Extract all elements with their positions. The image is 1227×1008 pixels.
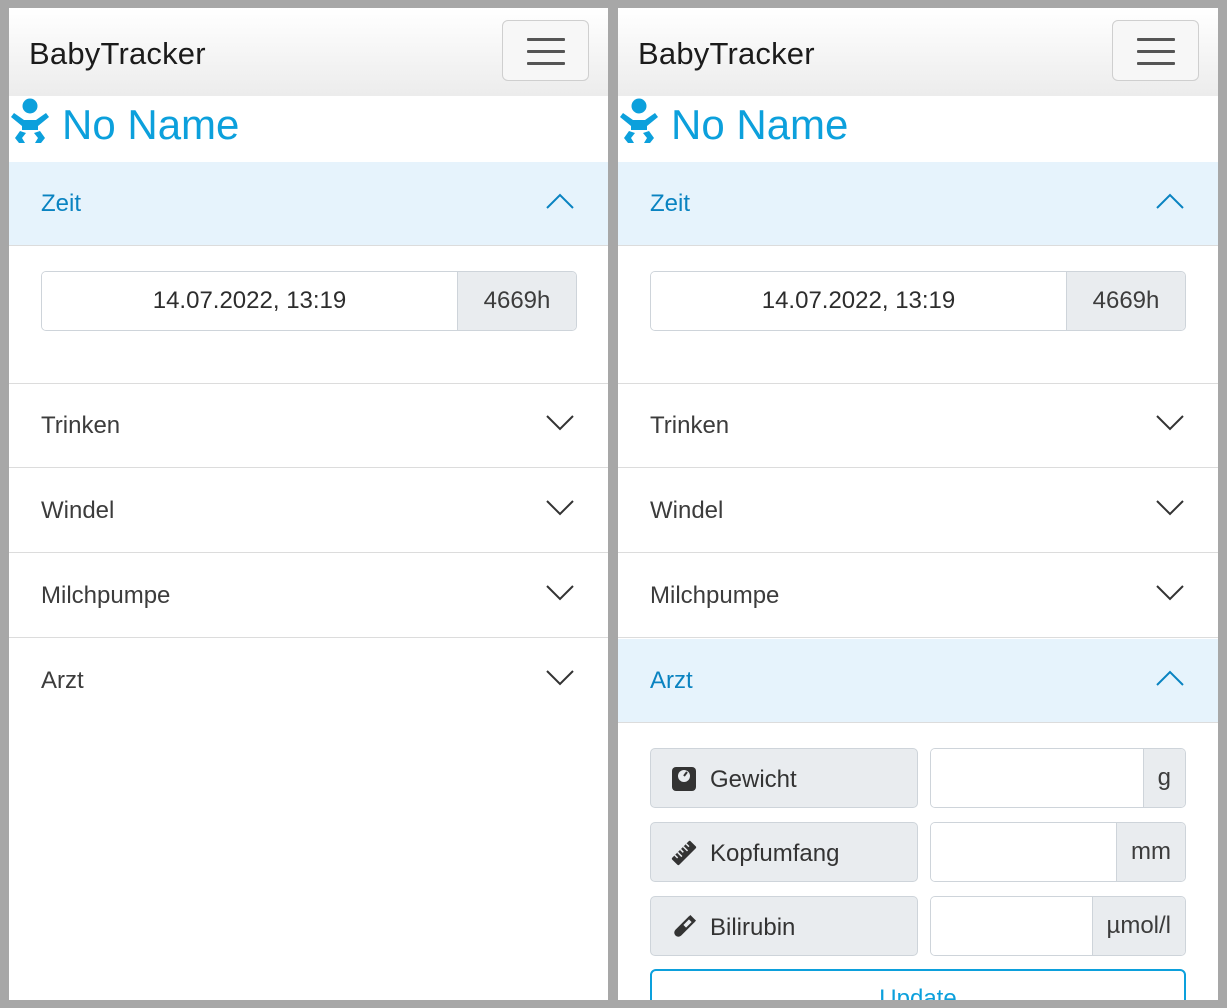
head-input-group: mm	[930, 822, 1186, 882]
weight-label-box: Gewicht	[650, 748, 918, 808]
menu-toggle-button[interactable]	[1112, 20, 1199, 81]
head-circumference-row: Kopfumfang mm	[650, 822, 1186, 882]
navbar: BabyTracker	[618, 8, 1218, 96]
time-input-group: 4669h	[650, 271, 1186, 331]
section-header-zeit[interactable]: Zeit	[618, 162, 1218, 246]
baby-icon	[11, 98, 49, 143]
bilirubin-row: Bilirubin µmol/l	[650, 896, 1186, 956]
chevron-down-icon	[1156, 585, 1184, 601]
brand-title[interactable]: BabyTracker	[638, 36, 815, 72]
baby-header: No Name	[9, 96, 608, 170]
section-label: Zeit	[650, 190, 691, 217]
section-label: Trinken	[650, 412, 730, 439]
weight-row: Gewicht g	[650, 748, 1186, 808]
baby-name: No Name	[62, 101, 240, 148]
bili-input-group: µmol/l	[930, 896, 1186, 956]
chevron-down-icon	[546, 500, 574, 516]
baby-header: No Name	[618, 96, 1218, 170]
baby-icon	[620, 98, 658, 143]
elapsed-time-badge: 4669h	[1066, 272, 1185, 330]
baby-name: No Name	[671, 101, 849, 148]
weight-input[interactable]	[931, 749, 1143, 807]
section-header-trinken[interactable]: Trinken	[618, 384, 1218, 468]
brand-title[interactable]: BabyTracker	[29, 36, 206, 72]
weight-unit: g	[1142, 749, 1185, 807]
hamburger-icon	[1137, 50, 1175, 53]
section-header-windel[interactable]: Windel	[618, 469, 1218, 553]
scale-icon	[672, 767, 696, 791]
section-header-windel[interactable]: Windel	[9, 469, 608, 553]
section-header-zeit[interactable]: Zeit	[9, 162, 608, 246]
chevron-down-icon	[1156, 500, 1184, 516]
datetime-input[interactable]	[651, 272, 1066, 330]
chevron-down-icon	[1156, 415, 1184, 431]
section-label: Arzt	[650, 667, 693, 694]
section-label: Arzt	[41, 667, 84, 694]
chevron-up-icon	[1156, 670, 1184, 686]
chevron-down-icon	[546, 585, 574, 601]
section-header-milchpumpe[interactable]: Milchpumpe	[618, 554, 1218, 638]
head-label-box: Kopfumfang	[650, 822, 918, 882]
section-label: Windel	[650, 497, 724, 524]
app-screen-left: BabyTracker No Name Zeit 4669h Trinken	[9, 8, 608, 1000]
bili-label: Bilirubin	[710, 914, 796, 941]
section-header-milchpumpe[interactable]: Milchpumpe	[9, 554, 608, 638]
section-label: Zeit	[41, 190, 82, 217]
bili-unit: µmol/l	[1091, 897, 1185, 955]
section-header-arzt[interactable]: Arzt	[618, 639, 1218, 723]
bili-label-box: Bilirubin	[650, 896, 918, 956]
weight-label: Gewicht	[710, 766, 797, 793]
chevron-up-icon	[546, 193, 574, 209]
hamburger-icon	[527, 62, 565, 65]
section-label: Trinken	[41, 412, 121, 439]
head-circumference-input[interactable]	[931, 823, 1117, 881]
menu-toggle-button[interactable]	[502, 20, 589, 81]
time-input-group: 4669h	[41, 271, 577, 331]
ruler-icon	[671, 840, 697, 866]
update-button[interactable]: Update	[650, 969, 1186, 1000]
chevron-down-icon	[546, 670, 574, 686]
navbar: BabyTracker	[9, 8, 608, 96]
weight-input-group: g	[930, 748, 1186, 808]
bilirubin-input[interactable]	[931, 897, 1092, 955]
hamburger-icon	[527, 50, 565, 53]
chevron-down-icon	[546, 415, 574, 431]
head-label: Kopfumfang	[710, 840, 840, 867]
section-label: Windel	[41, 497, 115, 524]
datetime-input[interactable]	[42, 272, 457, 330]
chevron-up-icon	[1156, 193, 1184, 209]
app-screen-right: BabyTracker No Name Zeit 4669h Trinken	[618, 8, 1218, 1000]
section-header-trinken[interactable]: Trinken	[9, 384, 608, 468]
hamburger-icon	[1137, 38, 1175, 41]
hamburger-icon	[1137, 62, 1175, 65]
section-label: Milchpumpe	[41, 582, 171, 609]
head-unit: mm	[1116, 823, 1185, 881]
section-header-arzt[interactable]: Arzt	[9, 639, 608, 723]
section-label: Milchpumpe	[650, 582, 780, 609]
test-tube-icon	[674, 914, 697, 937]
elapsed-time-badge: 4669h	[457, 272, 576, 330]
hamburger-icon	[527, 38, 565, 41]
